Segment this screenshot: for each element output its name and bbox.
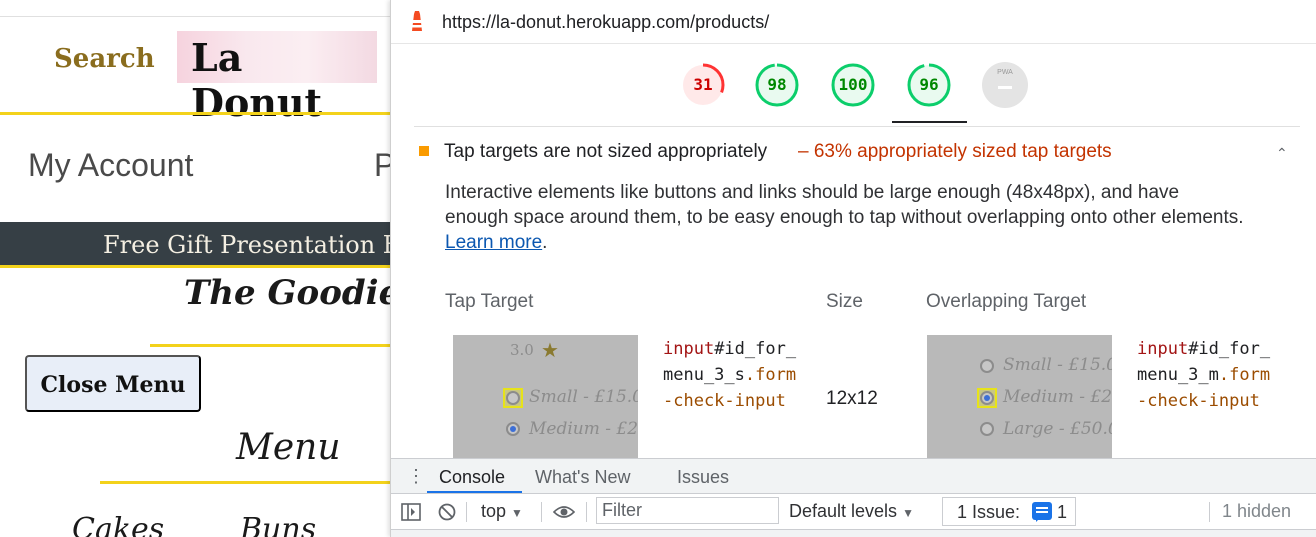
log-levels-dropdown[interactable]: Default levels ▼ [789,501,914,522]
clear-console-icon[interactable] [438,503,456,521]
issues-count: 1 [1057,502,1068,522]
column-header-overlapping-target: Overlapping Target [926,291,1087,312]
score-value: 98 [767,75,787,94]
goodies-heading: The Goodies [184,273,390,313]
tap-target-selector[interactable]: input#id_for_ menu_3_s.form -check-input [663,336,796,414]
selector-id-2: menu_3_m [1137,365,1219,385]
audit-display-value: – 63% appropriately sized tap targets [798,141,1112,162]
pwa-dash-icon [998,86,1012,89]
more-tabs-kebab-icon[interactable]: ⋮ [407,467,425,485]
period: . [542,232,548,253]
option-medium-text: Medium - £2 [529,419,638,439]
score-gauge-seo[interactable]: 96 [906,62,952,108]
lighthouse-url-bar: https://la-donut.herokuapp.com/products/ [391,0,1316,44]
filter-input[interactable] [597,498,778,523]
column-header-tap-target: Tap Target [445,291,534,312]
selector-id-2: menu_3_s [663,365,745,385]
chevron-up-icon[interactable]: ⌃ [1276,145,1288,162]
score-gauge-best-practices[interactable]: 100 [830,62,876,108]
overlapping-target-screenshot: Small - £15.0 Medium - £2 Large - £50.0 [927,335,1112,458]
menu-heading: Menu [236,427,341,468]
audit-description-text: Interactive elements like buttons and li… [445,182,1244,228]
star-icon: ★ [541,340,559,362]
tab-whats-new[interactable]: What's New [535,467,630,488]
selector-class-1: .form [744,365,797,385]
selector-class-2: -check-input [663,391,786,411]
my-account-link[interactable]: My Account [28,147,193,184]
selector-tag: input [1137,339,1189,359]
selector-class-2: -check-input [1137,391,1260,411]
column-header-size: Size [826,291,863,312]
top-divider [0,16,390,17]
dropdown-arrow-icon: ▼ [511,506,523,520]
active-gauge-indicator [892,121,967,123]
score-gauge-accessibility[interactable]: 98 [754,62,800,108]
search-link[interactable]: Search [54,44,155,74]
nav-link-partial[interactable]: P [374,147,390,184]
tab-console[interactable]: Console [439,467,505,488]
sidebar-toggle-icon[interactable] [401,503,421,521]
pwa-badge[interactable]: PWA [982,62,1028,108]
toolbar-separator [541,502,542,522]
radio-small [980,359,994,373]
issues-label: 1 Issue: [957,502,1021,522]
tap-target-screenshot: 3.0 ★ Small - £15.0 Medium - £2 [453,335,638,458]
category-link-cakes[interactable]: Cakes [72,512,164,537]
website-viewport: Search La Donut My Account P Free Gift P… [0,0,390,537]
selector-class-1: .form [1218,365,1271,385]
selector-tag: input [663,339,715,359]
filter-box[interactable] [596,497,779,524]
console-area [391,530,1316,537]
hidden-messages-count: 1 hidden [1222,501,1292,521]
lighthouse-icon [412,11,422,31]
selector-id-1: #id_for_ [714,339,797,359]
toolbar-separator [1209,502,1210,522]
score-value: 31 [693,75,713,94]
dropdown-arrow-icon: ▼ [902,506,914,520]
eye-icon[interactable] [553,504,575,520]
radio-small [506,391,520,405]
option-large-text: Large - £50.0 [1003,419,1112,439]
score-value: 100 [838,75,868,94]
site-logo[interactable]: La Donut [177,31,377,125]
goodies-rule [150,344,390,347]
toolbar-separator [586,502,587,522]
option-medium-text: Medium - £2 [1003,387,1112,407]
devtools-panel: https://la-donut.herokuapp.com/products/… [390,0,1316,537]
radio-medium [980,391,994,405]
promo-banner: Free Gift Presentation E [0,222,390,268]
radio-medium [506,422,520,436]
score-gauge-performance[interactable]: 31 [680,62,726,108]
issue-message-icon [1032,502,1052,522]
selector-id-1: #id_for_ [1188,339,1271,359]
context-selector[interactable]: top ▼ [481,501,523,522]
toolbar-separator [466,502,467,522]
context-selector-value: top [481,501,507,521]
tab-issues[interactable]: Issues [677,467,729,488]
console-toolbar: top ▼ Default levels ▼ 1 Issue: 1 1 hidd… [391,494,1316,530]
audit-title[interactable]: Tap targets are not sized appropriately [444,141,767,163]
score-value: 96 [919,75,939,94]
close-menu-button[interactable]: Close Menu [25,355,201,412]
rating-text: 3.0 [510,341,534,359]
audit-description: Interactive elements like buttons and li… [445,180,1245,255]
section-divider [414,126,1300,127]
warning-square-icon [419,146,429,156]
option-small-text: Small - £15.0 [529,387,638,407]
radio-large [980,422,994,436]
pwa-label: PWA [997,69,1013,76]
active-tab-indicator [427,491,522,493]
learn-more-link[interactable]: Learn more [445,232,542,253]
promo-banner-text: Free Gift Presentation E [103,231,390,259]
overlapping-target-selector[interactable]: input#id_for_ menu_3_m.form -check-input [1137,336,1270,414]
log-levels-label: Default levels [789,501,898,521]
size-value: 12x12 [826,388,878,409]
report-url[interactable]: https://la-donut.herokuapp.com/products/ [442,12,769,33]
header-rule [0,112,390,115]
drawer-tab-bar: ⋮ Console What's New Issues [391,458,1316,494]
menu-rule [100,481,390,484]
option-small-text: Small - £15.0 [1003,355,1112,375]
issues-counter-button[interactable]: 1 Issue: 1 [942,497,1076,526]
category-link-buns[interactable]: Buns [240,512,316,537]
